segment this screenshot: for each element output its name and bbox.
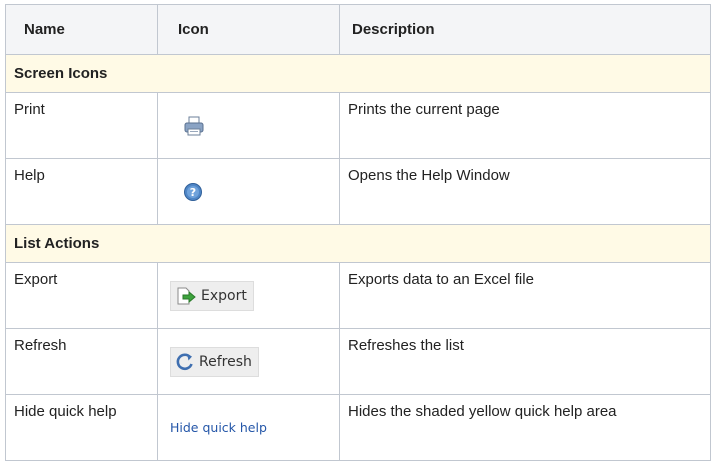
table-row: Print Prints the current page [5,92,711,159]
row-icon-cell: Hide quick help [157,394,340,461]
refresh-button-label: Refresh [199,353,252,370]
table-row: Export Export Exports data to an Excel f… [5,262,711,329]
row-name: Hide quick help [5,394,158,461]
row-icon-cell: Export [157,262,340,329]
row-name: Print [5,92,158,159]
svg-text:?: ? [190,186,196,199]
export-icon [177,287,196,304]
header-name: Name [5,4,158,55]
refresh-button-image: Refresh [170,346,259,377]
export-button-image: Export [170,280,254,311]
table-row: Help ? Opens the Help Window [5,158,711,225]
row-description: Refreshes the list [339,328,711,395]
row-name: Export [5,262,158,329]
row-name: Help [5,158,158,225]
row-description: Hides the shaded yellow quick help area [339,394,711,461]
refresh-icon [176,352,193,370]
row-icon-cell: ? [157,158,340,225]
icon-reference-table: Name Icon Description Screen Icons Print… [5,4,711,461]
row-description: Prints the current page [339,92,711,159]
header-icon: Icon [157,4,340,55]
header-description: Description [339,4,711,55]
row-description: Exports data to an Excel file [339,262,711,329]
printer-icon [184,116,204,135]
row-icon-cell [157,92,340,159]
hide-quick-help-link-image: Hide quick help [170,420,267,435]
row-description: Opens the Help Window [339,158,711,225]
section-title: List Actions [5,224,711,263]
section-row-list-actions: List Actions [5,224,711,263]
row-icon-cell: Refresh [157,328,340,395]
table-row: Hide quick help Hide quick help Hides th… [5,394,711,461]
section-row-screen-icons: Screen Icons [5,54,711,93]
export-button-label: Export [201,287,247,304]
section-title: Screen Icons [5,54,711,93]
table-row: Refresh Refresh Refreshes the list [5,328,711,395]
row-name: Refresh [5,328,158,395]
table-header-row: Name Icon Description [5,4,711,55]
help-icon: ? [184,182,202,201]
